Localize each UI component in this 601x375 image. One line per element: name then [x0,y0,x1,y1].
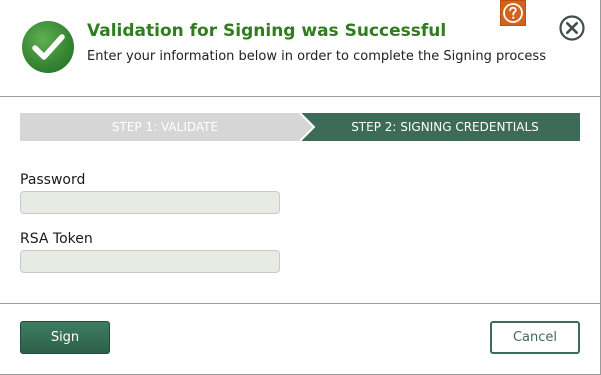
dialog-subtitle: Enter your information below in order to… [87,49,546,64]
step-progress: STEP 1: VALIDATE STEP 2: SIGNING CREDENT… [20,113,580,141]
step-1-label: STEP 1: VALIDATE [111,120,219,134]
help-icon[interactable] [500,0,526,26]
footer-divider [0,303,600,304]
check-circle-icon [22,21,74,73]
password-field[interactable] [20,191,280,214]
signing-dialog: Validation for Signing was Successful En… [0,0,601,375]
sign-button[interactable]: Sign [20,321,110,354]
password-label: Password [20,172,86,188]
rsa-token-field[interactable] [20,250,280,273]
close-icon[interactable] [558,14,586,42]
cancel-button[interactable]: Cancel [490,321,580,354]
dialog-title: Validation for Signing was Successful [87,21,447,41]
rsa-token-label: RSA Token [20,231,93,247]
step-2-label: STEP 2: SIGNING CREDENTIALS [351,120,539,134]
dialog-header: Validation for Signing was Successful En… [0,0,600,97]
